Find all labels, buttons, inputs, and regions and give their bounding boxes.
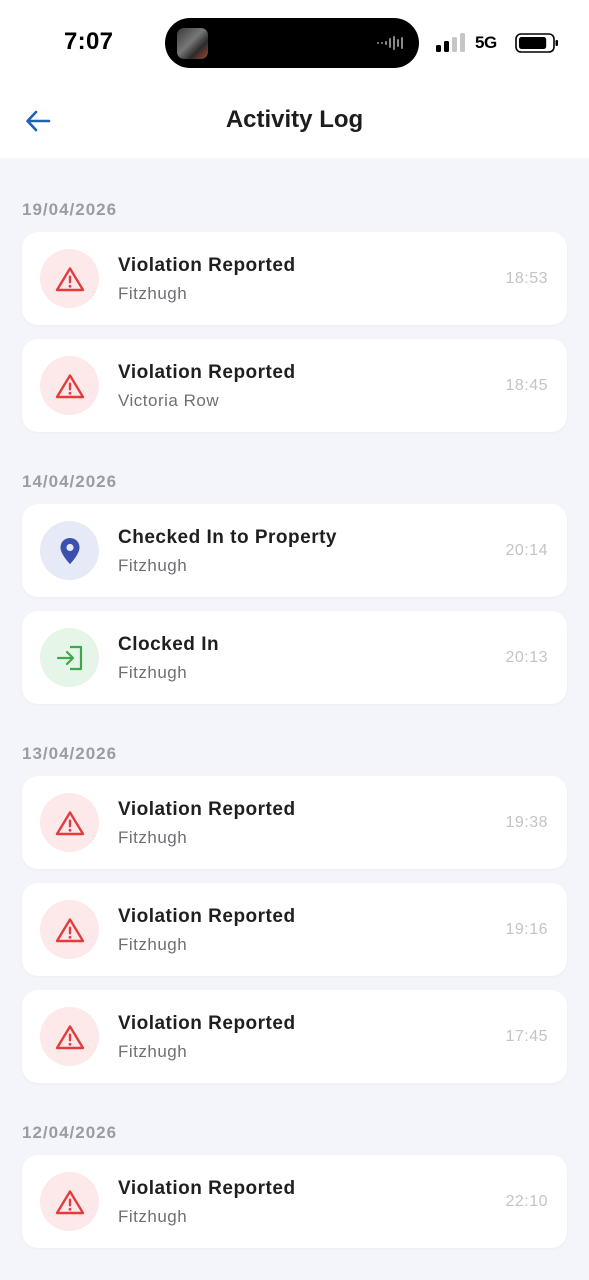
activity-title: Violation Reported bbox=[118, 1013, 296, 1034]
activity-location: Fitzhugh bbox=[118, 828, 188, 847]
activity-location: Fitzhugh bbox=[118, 284, 188, 303]
activity-card-clockin[interactable]: Clocked In Fitzhugh 20:13 bbox=[22, 611, 567, 704]
activity-card-violation[interactable]: Violation Reported Fitzhugh 22:10 bbox=[22, 1155, 567, 1248]
activity-card-violation[interactable]: Violation Reported Victoria Row 18:45 bbox=[22, 339, 567, 432]
activity-card-checkin[interactable]: Checked In to Property Fitzhugh 20:14 bbox=[22, 504, 567, 597]
cellular-signal-icon bbox=[436, 33, 465, 52]
activity-title: Violation Reported bbox=[118, 1178, 296, 1199]
date-group-header: 12/04/2026 bbox=[22, 1123, 118, 1142]
warning-icon bbox=[40, 793, 99, 852]
date-group-header: 19/04/2026 bbox=[22, 200, 118, 219]
activity-time: 17:45 bbox=[505, 1028, 548, 1045]
date-group-header: 13/04/2026 bbox=[22, 744, 118, 763]
warning-icon bbox=[40, 900, 99, 959]
location-pin-icon bbox=[40, 521, 99, 580]
activity-title: Violation Reported bbox=[118, 255, 296, 276]
activity-title: Checked In to Property bbox=[118, 527, 337, 548]
warning-icon bbox=[40, 1007, 99, 1066]
activity-title: Violation Reported bbox=[118, 799, 296, 820]
activity-title: Violation Reported bbox=[118, 906, 296, 927]
audio-wave-icon bbox=[377, 36, 403, 50]
date-group-header: 14/04/2026 bbox=[22, 472, 118, 491]
status-time: 7:07 bbox=[64, 28, 114, 55]
activity-location: Victoria Row bbox=[118, 391, 220, 410]
dynamic-island[interactable] bbox=[165, 18, 419, 68]
battery-icon bbox=[515, 33, 558, 53]
now-playing-artwork bbox=[177, 28, 208, 59]
warning-icon bbox=[40, 356, 99, 415]
activity-time: 20:13 bbox=[505, 649, 548, 666]
activity-location: Fitzhugh bbox=[118, 556, 188, 575]
page-title: Activity Log bbox=[225, 106, 364, 133]
activity-card-violation[interactable]: Violation Reported Fitzhugh 18:53 bbox=[22, 232, 567, 325]
warning-icon bbox=[40, 249, 99, 308]
activity-location: Fitzhugh bbox=[118, 663, 188, 682]
activity-time: 20:14 bbox=[505, 542, 548, 559]
activity-location: Fitzhugh bbox=[118, 935, 188, 954]
activity-card-violation[interactable]: Violation Reported Fitzhugh 19:38 bbox=[22, 776, 567, 869]
activity-time: 18:53 bbox=[505, 270, 548, 287]
activity-card-violation[interactable]: Violation Reported Fitzhugh 17:45 bbox=[22, 990, 567, 1083]
activity-card-violation[interactable]: Violation Reported Fitzhugh 19:16 bbox=[22, 883, 567, 976]
network-type: 5G bbox=[475, 33, 497, 52]
activity-title: Clocked In bbox=[118, 634, 220, 655]
activity-time: 19:16 bbox=[505, 921, 548, 938]
activity-time: 19:38 bbox=[505, 814, 548, 831]
warning-icon bbox=[40, 1172, 99, 1231]
activity-time: 18:45 bbox=[505, 377, 548, 394]
activity-location: Fitzhugh bbox=[118, 1207, 188, 1226]
clock-in-icon bbox=[40, 628, 99, 687]
activity-title: Violation Reported bbox=[118, 362, 296, 383]
top-bar: 7:07 5G Activity Log bbox=[0, 0, 589, 158]
activity-location: Fitzhugh bbox=[118, 1042, 188, 1061]
activity-time: 22:10 bbox=[505, 1193, 548, 1210]
